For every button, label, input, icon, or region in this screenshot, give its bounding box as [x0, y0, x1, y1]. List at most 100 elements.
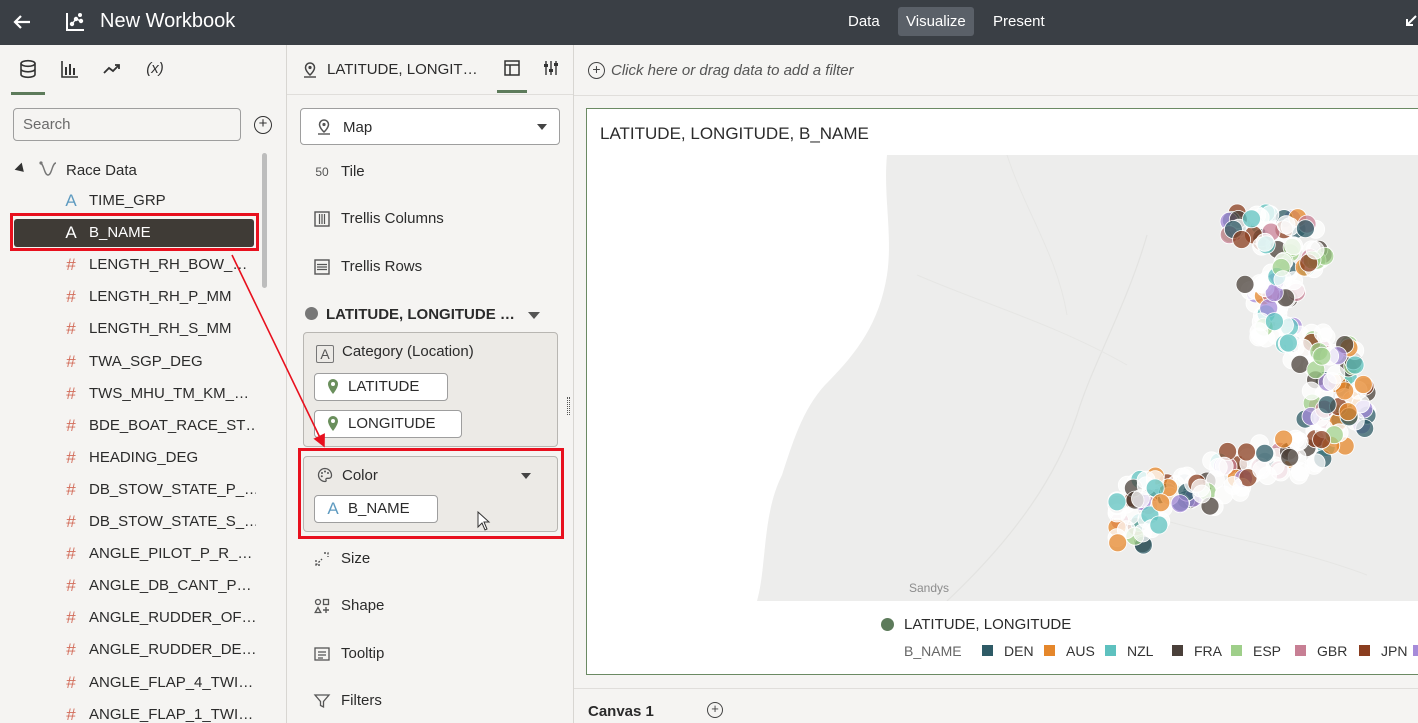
column-item[interactable]: A TIME_GRP	[60, 187, 256, 215]
tile-icon: 50	[315, 165, 329, 179]
number-measure-icon: #	[66, 608, 76, 628]
number-measure-icon: #	[66, 512, 76, 531]
legend-swatch	[1105, 645, 1116, 656]
column-item-label: TWS_MHU_TM_KM_…	[89, 384, 250, 402]
track-bubble	[1151, 493, 1171, 513]
location-pin-icon	[325, 374, 341, 403]
track-bubble	[1223, 476, 1243, 495]
highlight-b-name	[10, 213, 259, 251]
bar-chart-icon[interactable]	[55, 59, 85, 89]
size-icon	[313, 550, 331, 568]
text-attribute-icon: A	[316, 345, 334, 363]
category-location-dropzone[interactable]: A Category (Location) LATITUDE LONGITUDE	[303, 332, 558, 447]
properties-sliders-icon[interactable]	[538, 59, 564, 81]
trend-arrow-icon[interactable]	[97, 59, 127, 89]
map-layer-header[interactable]: LATITUDE, LONGITUDE …	[303, 303, 558, 325]
legend-swatch	[1231, 645, 1242, 656]
text-attribute-icon: A	[65, 191, 77, 210]
nav-visualize[interactable]: Visualize	[898, 7, 974, 36]
track-bubble	[1237, 442, 1256, 462]
grammar-panel-header: LATITUDE, LONGIT…	[287, 45, 573, 95]
grammar-filters-label: Filters	[341, 692, 382, 709]
track-bubble	[1276, 215, 1296, 235]
arrow-left-icon[interactable]	[10, 10, 34, 34]
function-icon[interactable]: (x)	[140, 59, 170, 89]
filter-hint[interactable]: Click here or drag data to add a filter	[611, 62, 854, 79]
column-item-label: LENGTH_RH_S_MM	[89, 320, 232, 338]
chevron-down-icon[interactable]	[528, 312, 540, 319]
add-filter-icon[interactable]: +	[588, 62, 605, 79]
track-bubble	[1208, 457, 1228, 477]
canvas-tab-1[interactable]: Canvas 1	[588, 703, 654, 720]
number-measure-icon: #	[66, 383, 76, 403]
column-item-label: TWA_SGP_DEG	[89, 352, 203, 370]
layer-dot-icon	[305, 307, 318, 320]
scrollbar[interactable]	[262, 153, 267, 288]
column-item[interactable]: # ANGLE_DB_CANT_P…	[60, 572, 256, 600]
column-item[interactable]: # ANGLE_FLAP_4_TWI…	[60, 669, 256, 697]
expand-triangle-icon[interactable]	[14, 162, 28, 176]
map-pin-icon	[315, 118, 333, 136]
track-bubble	[1312, 430, 1331, 450]
add-canvas-icon[interactable]: +	[707, 702, 723, 718]
column-item[interactable]: # ANGLE_RUDDER_OF…	[60, 604, 256, 632]
map-svg[interactable]: Sandys	[587, 155, 1418, 601]
grammar-tile-label: Tile	[341, 163, 365, 180]
search-input[interactable]	[13, 108, 241, 141]
map-layer-title: LATITUDE, LONGITUDE …	[326, 306, 515, 323]
track-bubble	[1317, 395, 1337, 415]
add-data-icon[interactable]: +	[254, 116, 272, 134]
viz-type-select[interactable]: Map	[300, 108, 560, 145]
workbook-logo-icon	[64, 11, 86, 33]
column-item[interactable]: # LENGTH_RH_S_MM	[60, 315, 256, 343]
track-bubble	[1273, 270, 1293, 289]
track-bubble	[1249, 327, 1269, 347]
dataset-icon	[38, 160, 60, 180]
collapse-icon[interactable]	[1404, 12, 1418, 32]
map-visualization[interactable]: LATITUDE, LONGITUDE, B_NAME Sandys LATIT…	[586, 108, 1418, 675]
column-item[interactable]: # TWA_SGP_DEG	[60, 348, 256, 376]
legend-swatch	[1359, 645, 1370, 656]
database-icon[interactable]	[11, 59, 45, 95]
legend-layer-label: LATITUDE, LONGITUDE	[904, 616, 1072, 633]
column-item[interactable]: # BDE_BOAT_RACE_ST…	[60, 412, 256, 440]
track-bubble	[1322, 372, 1342, 391]
column-item-label: HEADING_DEG	[89, 448, 199, 466]
legend-item-label: JPN	[1381, 643, 1408, 659]
column-item[interactable]: # DB_STOW_STATE_S_…	[60, 508, 256, 536]
track-bubble	[1354, 375, 1373, 394]
number-measure-icon: #	[66, 255, 76, 275]
latitude-pill-label: LATITUDE	[348, 378, 420, 395]
nav-present[interactable]: Present	[985, 7, 1053, 36]
column-item[interactable]: # TWS_MHU_TM_KM_…	[60, 380, 256, 408]
column-item-label: LENGTH_RH_P_MM	[89, 288, 232, 306]
number-measure-icon: #	[66, 576, 76, 596]
map-canvas[interactable]: Sandys	[587, 155, 1418, 601]
column-item[interactable]: # LENGTH_RH_BOW_…	[60, 251, 256, 279]
latitude-pill[interactable]: LATITUDE	[314, 373, 448, 401]
column-item-label: ANGLE_FLAP_4_TWI…	[89, 673, 254, 691]
legend-item-label: DEN	[1004, 643, 1034, 659]
track-bubble	[1279, 333, 1298, 353]
category-location-label: A Category (Location)	[316, 343, 474, 363]
track-bubble	[1107, 492, 1127, 512]
nav-data[interactable]: Data	[840, 7, 888, 36]
track-bubble	[1280, 447, 1300, 467]
panel-splitter[interactable]	[567, 397, 570, 415]
legend-swatch	[1413, 645, 1418, 656]
track-bubble	[1170, 494, 1190, 514]
column-item[interactable]: # HEADING_DEG	[60, 444, 256, 472]
location-pin-icon	[325, 411, 341, 440]
column-item-label: TIME_GRP	[89, 192, 166, 209]
column-item[interactable]: # ANGLE_RUDDER_DE…	[60, 636, 256, 664]
number-measure-icon: #	[66, 479, 76, 499]
column-item[interactable]: # DB_STOW_STATE_P_…	[60, 476, 256, 504]
number-measure-icon: #	[66, 287, 76, 307]
grammar-tab-icon[interactable]	[497, 59, 527, 93]
column-item[interactable]: # ANGLE_PILOT_P_R_…	[60, 540, 256, 568]
column-item[interactable]: # ANGLE_FLAP_1_TWI…	[60, 701, 256, 723]
filter-bar[interactable]: + Click here or drag data to add a filte…	[574, 45, 1418, 96]
viz-type-label: Map	[343, 119, 373, 136]
longitude-pill[interactable]: LONGITUDE	[314, 410, 462, 438]
column-item[interactable]: # LENGTH_RH_P_MM	[60, 283, 256, 311]
